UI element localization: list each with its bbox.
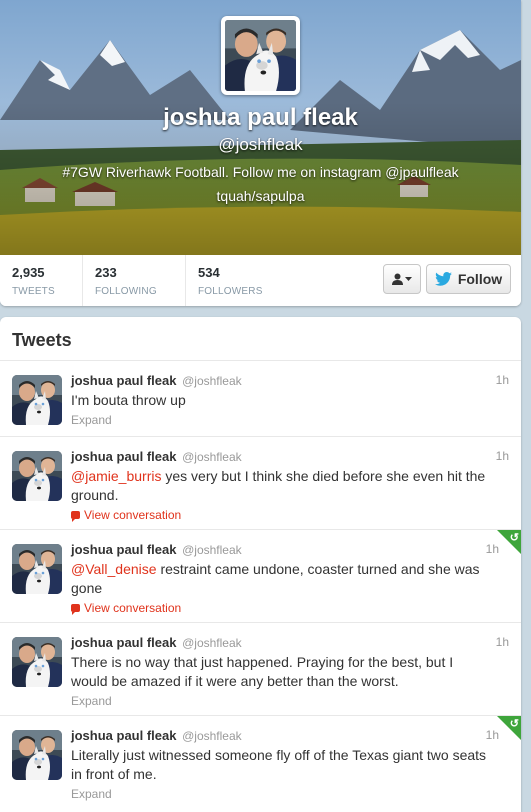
- stat-value: 534: [198, 265, 220, 280]
- view-conversation-label: View conversation: [84, 601, 182, 615]
- profile-screen-name: @joshfleak: [218, 135, 303, 154]
- stat-label: TWEETS: [12, 286, 55, 297]
- tweet-author-handle[interactable]: @joshfleak: [182, 636, 242, 650]
- tweet-avatar[interactable]: [12, 544, 62, 594]
- user-actions-dropdown[interactable]: [383, 264, 421, 294]
- profile-avatar[interactable]: [221, 16, 300, 95]
- tweet-text: @jamie_burris yes very but I think she d…: [71, 467, 509, 505]
- tweet-item[interactable]: joshua paul fleak @joshfleak 1h There is…: [0, 623, 521, 716]
- tweet-timestamp[interactable]: 1h: [496, 373, 509, 387]
- view-conversation-link[interactable]: View conversation: [71, 599, 509, 617]
- profile-bio: #7GW Riverhawk Football. Follow me on in…: [62, 164, 459, 180]
- profile-location: tquah/sapulpa: [216, 188, 305, 204]
- tweet-item[interactable]: ↺ joshua paul fleak @joshfleak 1h Litera…: [0, 716, 521, 810]
- twitter-bird-icon: [434, 272, 452, 286]
- tweet-body: There is no way that just happened. Pray…: [71, 654, 454, 689]
- tweet-author-handle[interactable]: @joshfleak: [182, 450, 242, 464]
- profile-header-info: joshua paul fleak @joshfleak #7GW Riverh…: [0, 104, 521, 206]
- tweets-panel: Tweets joshua paul fleak @joshfleak 1h I…: [0, 317, 521, 812]
- tweet-author-name[interactable]: joshua paul fleak: [71, 373, 176, 388]
- tweet-timestamp[interactable]: 1h: [496, 449, 509, 463]
- stat-label: FOLLOWING: [95, 286, 157, 297]
- tweet-text: @Vall_denise restraint came undone, coas…: [71, 560, 509, 598]
- retweet-corner-icon: ↺: [497, 716, 521, 740]
- stat-value: 2,935: [12, 265, 45, 280]
- follow-button-label: Follow: [457, 271, 503, 287]
- tweet-author-handle[interactable]: @joshfleak: [182, 729, 242, 743]
- conversation-icon: [71, 511, 80, 522]
- tweet-avatar[interactable]: [12, 637, 62, 687]
- tweet-author-name[interactable]: joshua paul fleak: [71, 728, 176, 743]
- tweet-avatar[interactable]: [12, 375, 62, 425]
- tweet-expand-link[interactable]: Expand: [71, 411, 509, 429]
- tweet-item[interactable]: ↺ joshua paul fleak @joshfleak 1h @Vall_…: [0, 530, 521, 623]
- stat-following[interactable]: 233 FOLLOWING: [82, 255, 184, 306]
- tweet-author-name[interactable]: joshua paul fleak: [71, 449, 176, 464]
- stat-label: FOLLOWERS: [198, 286, 263, 297]
- tweets-heading: Tweets: [0, 317, 521, 361]
- caret-down-icon: [405, 277, 412, 281]
- follow-button[interactable]: Follow: [426, 264, 511, 294]
- tweet-author-handle[interactable]: @joshfleak: [182, 374, 242, 388]
- profile-card: joshua paul fleak @joshfleak #7GW Riverh…: [0, 0, 521, 306]
- tweet-mention-link[interactable]: @jamie_burris: [71, 468, 161, 484]
- tweet-item[interactable]: joshua paul fleak @joshfleak 1h I'm bout…: [0, 361, 521, 437]
- tweet-timestamp[interactable]: 1h: [486, 728, 499, 742]
- tweet-avatar[interactable]: [12, 730, 62, 780]
- conversation-icon: [71, 604, 80, 615]
- tweet-item[interactable]: joshua paul fleak @joshfleak 1h @jamie_b…: [0, 437, 521, 530]
- retweet-corner-icon: ↺: [497, 530, 521, 554]
- tweet-author-name[interactable]: joshua paul fleak: [71, 542, 176, 557]
- stat-tweets[interactable]: 2,935 TWEETS: [0, 255, 81, 306]
- profile-full-name: joshua paul fleak: [163, 104, 358, 131]
- tweet-expand-link[interactable]: Expand: [71, 692, 509, 710]
- tweet-text: Literally just witnessed someone fly off…: [71, 746, 509, 784]
- view-conversation-link[interactable]: View conversation: [71, 506, 509, 524]
- tweet-author-handle[interactable]: @joshfleak: [182, 543, 242, 557]
- stat-value: 233: [95, 265, 117, 280]
- view-conversation-label: View conversation: [84, 508, 182, 522]
- tweet-mention-link[interactable]: @Vall_denise: [71, 561, 157, 577]
- tweet-body: I'm bouta throw up: [71, 392, 186, 408]
- tweet-timestamp[interactable]: 1h: [496, 635, 509, 649]
- person-icon: [392, 273, 403, 285]
- tweet-text: There is no way that just happened. Pray…: [71, 653, 509, 691]
- tweet-avatar[interactable]: [12, 451, 62, 501]
- tweet-text: I'm bouta throw up: [71, 391, 509, 410]
- tweet-body: Literally just witnessed someone fly off…: [71, 747, 487, 782]
- tweet-timestamp[interactable]: 1h: [486, 542, 499, 556]
- tweet-author-name[interactable]: joshua paul fleak: [71, 635, 176, 650]
- tweet-expand-link[interactable]: Expand: [71, 785, 509, 803]
- stat-followers[interactable]: 534 FOLLOWERS: [185, 255, 295, 306]
